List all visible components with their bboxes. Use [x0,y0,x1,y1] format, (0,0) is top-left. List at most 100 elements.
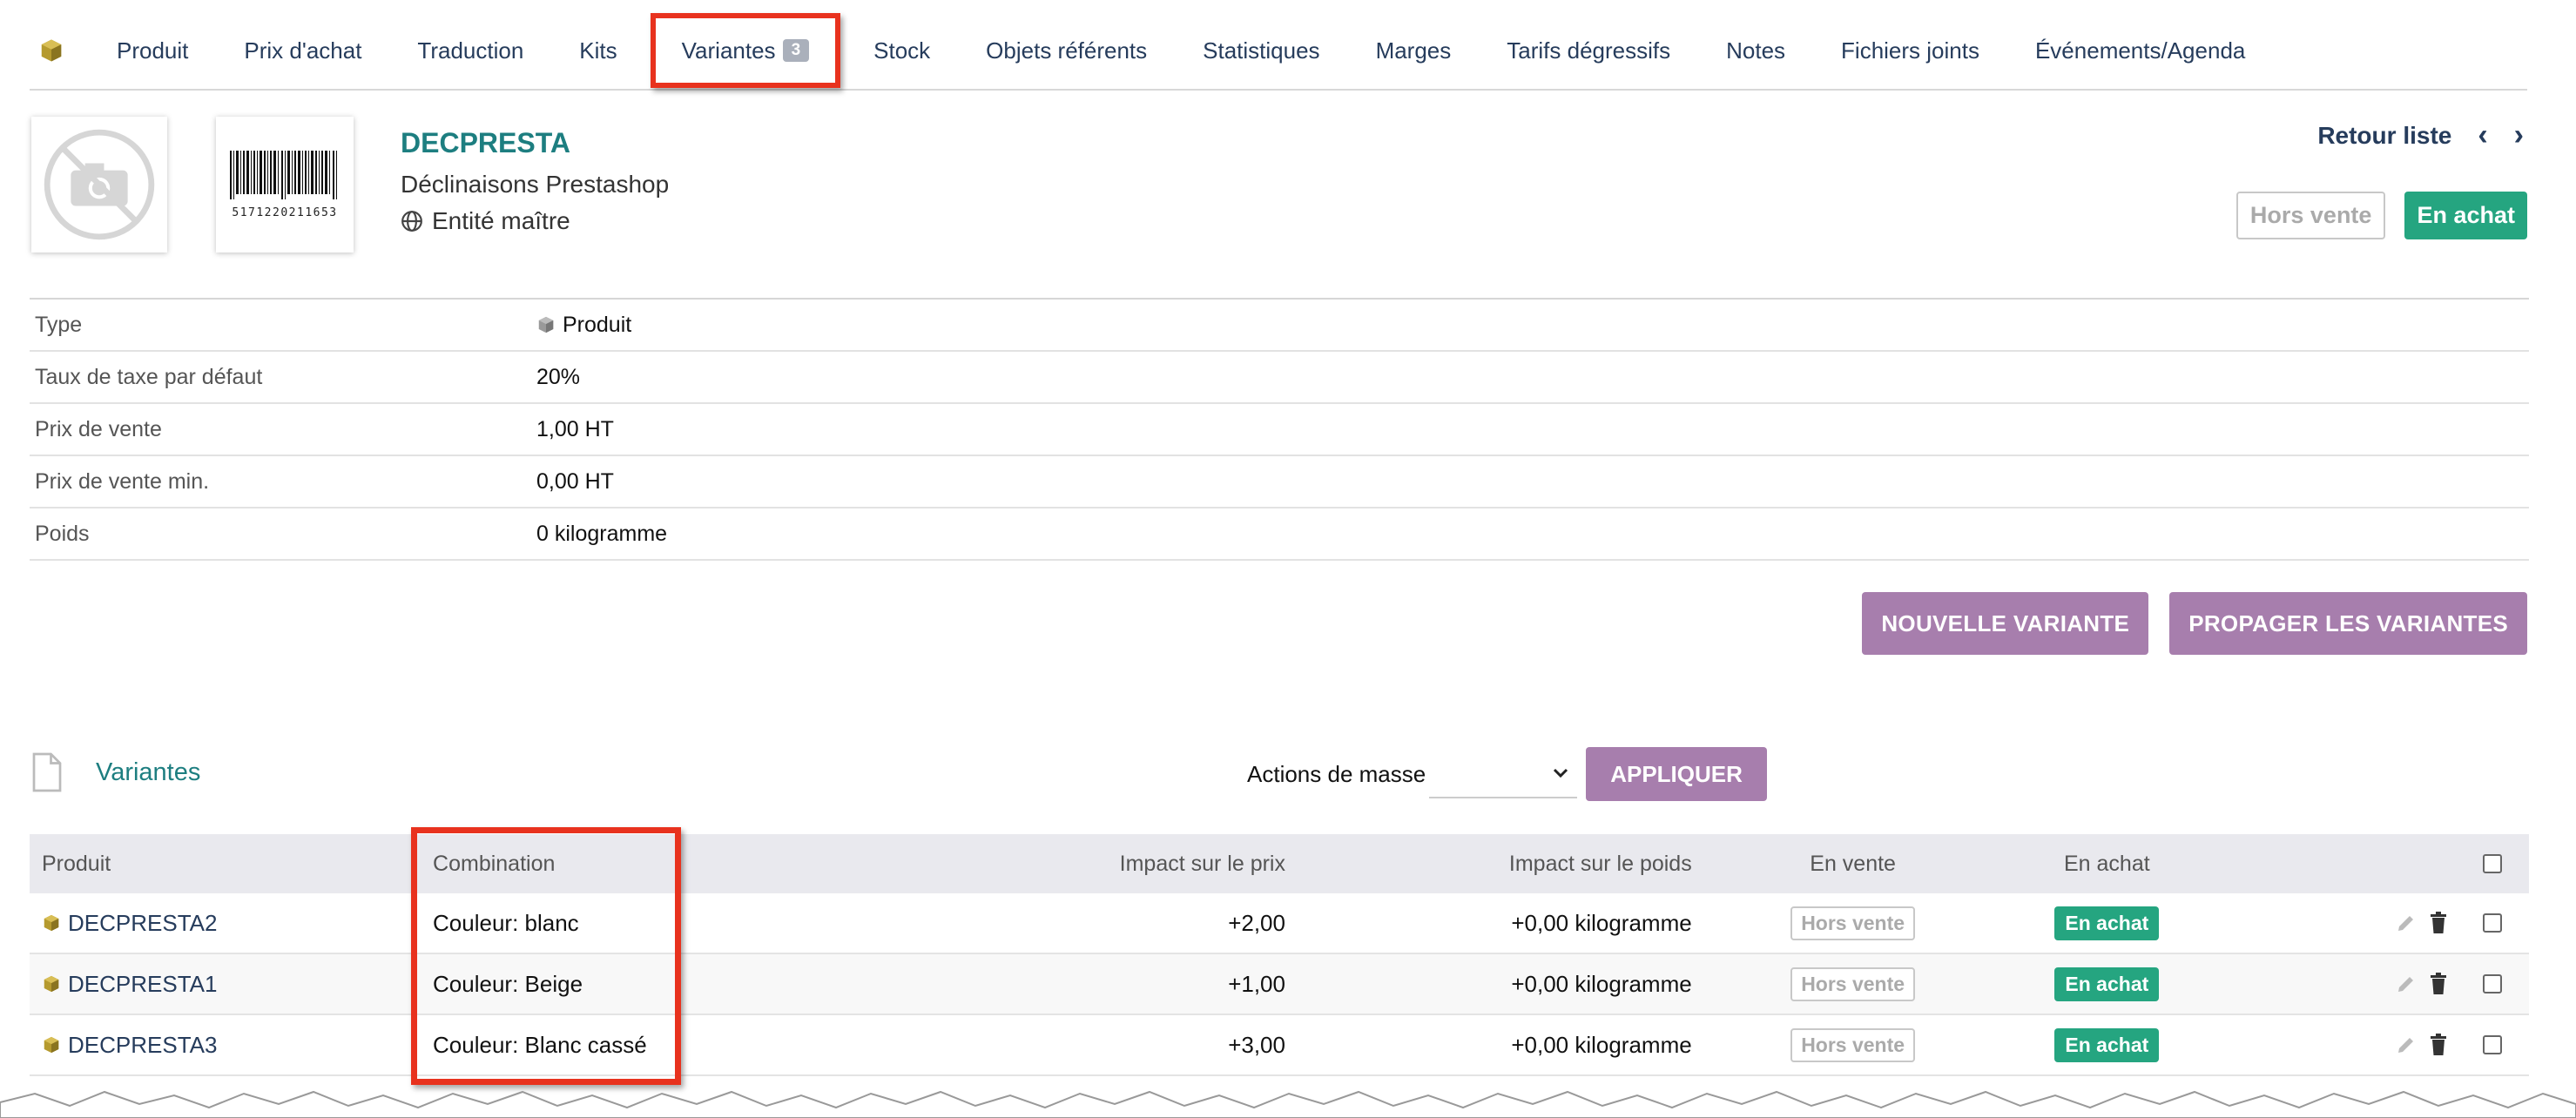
new-variant-button[interactable]: NOUVELLE VARIANTE [1862,592,2149,655]
pencil-icon[interactable] [2396,913,2417,933]
info-value: 1,00 HT [536,416,614,441]
info-value: Produit [536,313,631,338]
info-key: Taux de taxe par défaut [35,364,263,389]
variant-weight-impact: +0,00 kilogramme [1511,909,1692,936]
info-value: 20% [536,364,581,389]
variant-weight-impact: +0,00 kilogramme [1511,1031,1692,1058]
variant-sale-cell: Hors vente [1692,966,2014,1001]
variant-buy-badge[interactable]: En achat [2054,1027,2160,1062]
status-buy-badge[interactable]: En achat [2404,192,2527,239]
table-row: DECPRESTA2 Couleur: blanc +2,00 +0,00 ki… [30,893,2529,954]
variant-sale-badge[interactable]: Hors vente [1790,1027,1916,1062]
col-price-impact[interactable]: Impact sur le prix [798,852,1285,877]
tab-produit[interactable]: Produit [89,20,216,81]
product-photo[interactable] [31,117,167,253]
variant-buy-badge[interactable]: En achat [2054,906,2160,940]
entity-label: Entité maître [432,207,570,234]
torn-edge-decoration [0,1090,2576,1118]
tab-notes[interactable]: Notes [1698,20,1813,81]
tab-variantes-label: Variantes [681,37,776,64]
box-icon [44,975,59,993]
product-label: Déclinaisons Prestashop [401,171,670,198]
product-barcode: 5171220211653 [216,117,354,253]
info-value: 0 kilogramme [536,521,668,546]
product-ref: DECPRESTA [401,127,570,158]
tab-prix-achat[interactable]: Prix d'achat [216,20,389,81]
apply-button[interactable]: APPLIQUER [1586,747,1767,801]
trash-icon[interactable] [2429,1034,2448,1056]
tab-fichiers-joints[interactable]: Fichiers joints [1813,20,2007,81]
tab-evenements-agenda[interactable]: Événements/Agenda [2007,20,2273,81]
product-type-icon [538,316,554,333]
variants-section-title: Variantes [31,752,200,792]
variant-count-badge: 3 [782,39,810,62]
status-sale-badge[interactable]: Hors vente [2235,192,2386,239]
variant-product-link[interactable]: DECPRESTA3 [68,1032,217,1059]
variant-sale-cell: Hors vente [1692,906,2014,940]
col-weight-impact[interactable]: Impact sur le poids [1285,852,1692,877]
product-module-icon [30,20,89,81]
info-row-min-price: Prix de vente min. 0,00 HT [30,456,2529,508]
tab-statistiques[interactable]: Statistiques [1175,20,1347,81]
variant-sale-badge[interactable]: Hors vente [1790,906,1916,940]
tab-variantes[interactable]: Variantes 3 [650,13,841,88]
info-key: Prix de vente [35,416,162,441]
pencil-icon[interactable] [2396,1034,2417,1055]
trash-icon[interactable] [2429,973,2448,995]
mass-actions: Actions de masse APPLIQUER [1247,747,1767,801]
no-photo-icon [44,129,155,240]
variant-product-cell: DECPRESTA1 [30,971,426,998]
propagate-variants-button[interactable]: PROPAGER LES VARIANTES [2169,592,2527,655]
info-row-weight: Poids 0 kilogramme [30,508,2529,561]
info-value: 0,00 HT [536,468,614,494]
barcode-image [230,150,337,199]
variant-product-cell: DECPRESTA2 [30,910,426,937]
variant-buy-badge[interactable]: En achat [2054,966,2160,1001]
variant-select-cell [2457,1035,2529,1054]
variant-price-impact: +1,00 [1228,970,1285,997]
variant-price-impact: +2,00 [1228,909,1285,936]
variant-product-link[interactable]: DECPRESTA1 [68,971,217,998]
col-combination[interactable]: Combination [426,852,798,877]
col-select-all [2457,854,2529,873]
select-all-checkbox[interactable] [2483,854,2503,873]
variant-row-actions [2200,973,2457,995]
box-icon [44,914,59,932]
tab-marges[interactable]: Marges [1348,20,1480,81]
mass-actions-label: Actions de masse [1247,760,1426,787]
col-on-buy: En achat [2064,851,2150,876]
tab-traduction[interactable]: Traduction [389,20,551,81]
table-header: Produit Combination Impact sur le prix I… [30,834,2529,893]
variant-select-checkbox[interactable] [2483,974,2503,993]
variant-price-impact: +3,00 [1228,1031,1285,1058]
previous-record-button[interactable]: ‹ [2478,118,2487,152]
variant-product-link[interactable]: DECPRESTA2 [68,910,217,937]
variant-sale-badge[interactable]: Hors vente [1790,966,1916,1001]
tab-kits[interactable]: Kits [551,20,644,81]
pencil-icon[interactable] [2396,973,2417,994]
variant-sale-cell: Hors vente [1692,1027,2014,1062]
tab-tarifs-degressifs[interactable]: Tarifs dégressifs [1479,20,1698,81]
variant-row-actions [2200,912,2457,934]
tab-stock[interactable]: Stock [846,20,958,81]
product-type-label: Produit [563,312,632,337]
chevron-down-icon [1554,768,1568,778]
barcode-digits: 5171220211653 [232,205,338,219]
col-product[interactable]: Produit [30,852,426,877]
variant-select-checkbox[interactable] [2483,1035,2503,1054]
tab-objets-referents[interactable]: Objets référents [958,20,1175,81]
table-row: DECPRESTA3 Couleur: Blanc cassé +3,00 +0… [30,1015,2529,1076]
info-key: Prix de vente min. [35,468,210,494]
product-entity: Entité maître [401,207,570,235]
variant-select-checkbox[interactable] [2483,913,2503,933]
mass-actions-select[interactable] [1429,750,1578,798]
trash-icon[interactable] [2429,912,2448,934]
variant-weight-impact: +0,00 kilogramme [1511,970,1692,997]
product-info-table: Type Produit Taux de taxe par défaut 20%… [30,298,2529,561]
document-icon [32,752,62,792]
back-to-list-link[interactable]: Retour liste [2317,122,2451,150]
next-record-button[interactable]: › [2514,118,2524,152]
globe-icon [401,211,422,232]
col-on-sale: En vente [1810,851,1896,876]
variant-buy-cell: En achat [2014,966,2201,1001]
